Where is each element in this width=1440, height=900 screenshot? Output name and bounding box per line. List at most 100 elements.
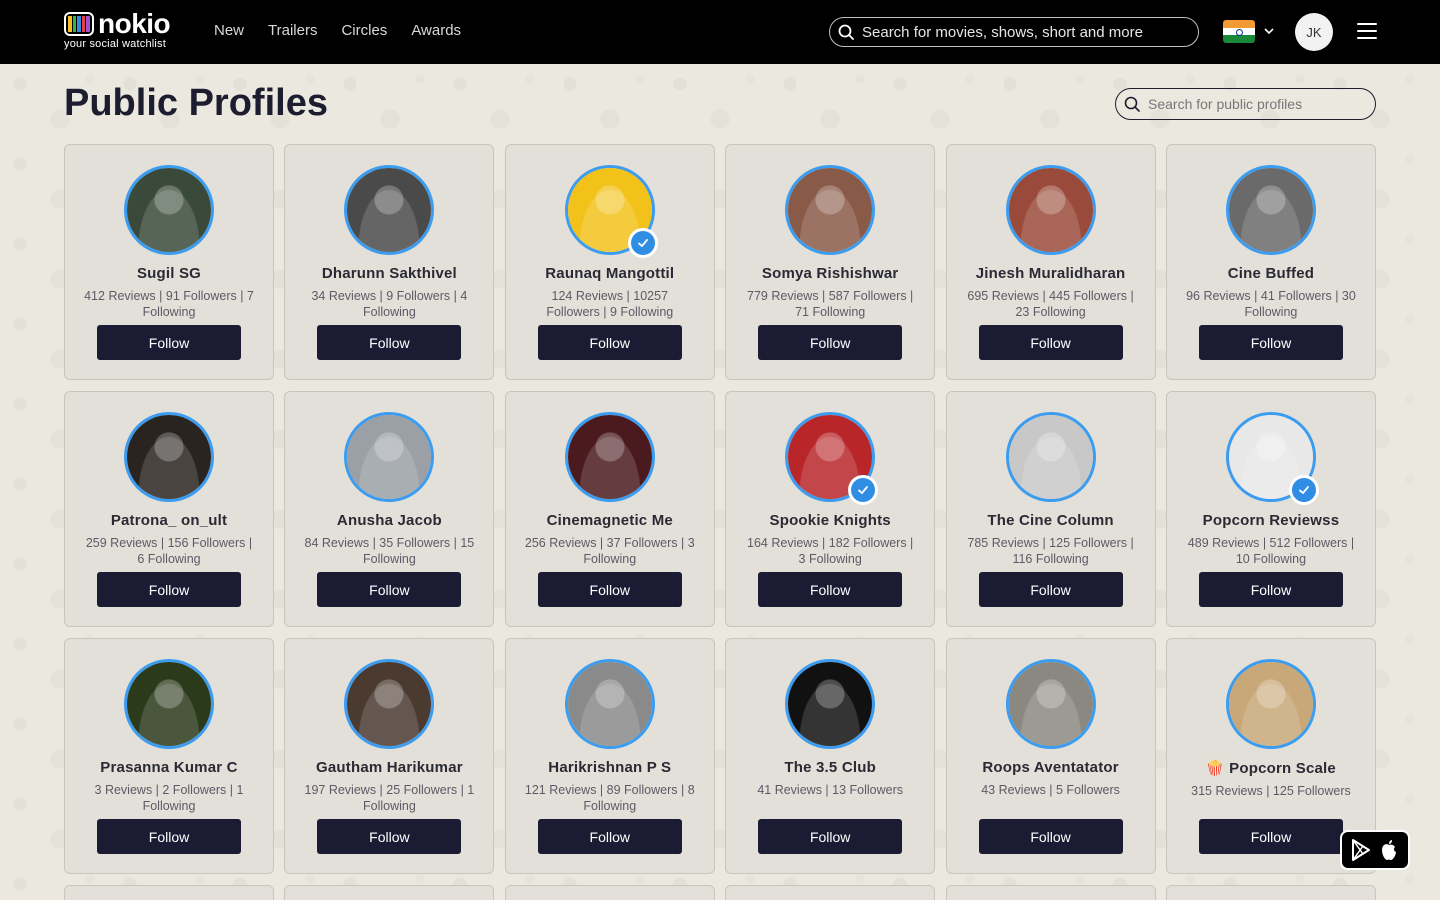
profile-photo [1228, 168, 1313, 252]
profile-name[interactable]: Prasanna Kumar C [100, 759, 237, 776]
hamburger-menu-icon[interactable] [1357, 23, 1377, 39]
profile-name[interactable]: Raunaq Mangottil [545, 265, 674, 282]
follow-button[interactable]: Follow [97, 572, 241, 607]
profile-stats: 124 Reviews | 10257 Followers | 9 Follow… [546, 289, 674, 319]
follow-button[interactable]: Follow [978, 572, 1123, 607]
follow-button[interactable]: Follow [537, 819, 682, 854]
profile-name[interactable]: Dharunn Sakthivel [322, 265, 457, 282]
profile-card[interactable]: Gautham Harikumar 197 Reviews | 25 Follow… [284, 638, 495, 874]
nav-link-awards[interactable]: Awards [411, 22, 461, 39]
profile-name[interactable]: Gautham Harikumar [316, 759, 463, 776]
follow-button[interactable]: Follow [758, 819, 903, 854]
profile-name[interactable]: Harikrishnan P S [548, 759, 671, 776]
profile-card[interactable]: Dharunn Sakthivel 34 Reviews | 9 Follower… [284, 144, 495, 380]
follow-button[interactable]: Follow [97, 819, 241, 854]
profile-stats: 43 Reviews | 5 Followers [981, 783, 1120, 797]
profile-card[interactable]: Anusha Jacob 84 Reviews | 35 Followers | … [284, 391, 495, 627]
follow-button[interactable]: Follow [758, 572, 903, 607]
follow-button[interactable]: Follow [978, 819, 1123, 854]
profile-card-partial[interactable] [284, 885, 495, 900]
profile-card[interactable]: Prasanna Kumar C 3 Reviews | 2 Followers … [64, 638, 274, 874]
nav-link-new[interactable]: New [214, 22, 244, 39]
verified-check-icon [848, 475, 879, 505]
profile-avatar[interactable] [785, 412, 879, 505]
profile-avatar[interactable] [344, 659, 435, 749]
follow-button[interactable]: Follow [537, 572, 682, 607]
profile-card[interactable]: Somya Rishishwar 779 Reviews | 587 Follow… [725, 144, 936, 380]
profile-avatar[interactable] [344, 165, 435, 255]
profile-card[interactable]: Patrona_ on_ult 259 Reviews | 156 Followe… [64, 391, 274, 627]
profile-avatar[interactable] [344, 412, 435, 502]
profile-name[interactable]: Anusha Jacob [337, 512, 442, 529]
chevron-down-icon[interactable] [1263, 22, 1275, 42]
nav-link-circles[interactable]: Circles [341, 22, 387, 39]
profile-photo [127, 415, 211, 499]
profile-card[interactable]: The 3.5 Club 41 Reviews | 13 Followers Fol… [725, 638, 936, 874]
profile-name[interactable]: Patrona_ on_ult [111, 512, 227, 529]
profile-name[interactable]: Cinemagnetic Me [547, 512, 673, 529]
profile-search-input[interactable] [1148, 96, 1368, 112]
profile-name[interactable]: Cine Buffed [1228, 265, 1314, 282]
profile-card[interactable]: Spookie Knights 164 Reviews | 182 Followe… [725, 391, 936, 627]
follow-button[interactable]: Follow [537, 325, 682, 360]
profile-card[interactable]: Roops Aventatator 43 Reviews | 5 Follower… [945, 638, 1156, 874]
profile-card[interactable]: Harikrishnan P S 121 Reviews | 89 Followe… [504, 638, 715, 874]
profile-name[interactable]: Popcorn Reviewss [1203, 512, 1340, 529]
profile-search-box[interactable] [1115, 88, 1376, 120]
app-store-badge[interactable] [1340, 830, 1410, 870]
profile-avatar[interactable] [124, 659, 214, 749]
profile-card-partial[interactable] [945, 885, 1156, 900]
follow-button[interactable]: Follow [317, 325, 462, 360]
profile-card[interactable]: Cine Buffed 96 Reviews | 41 Followers | 3… [1165, 144, 1376, 380]
profile-avatar[interactable] [1225, 659, 1316, 749]
follow-button[interactable]: Follow [317, 572, 462, 607]
nav-link-trailers[interactable]: Trailers [268, 22, 317, 39]
follow-button[interactable]: Follow [1198, 572, 1343, 607]
play-store-icon [1352, 839, 1370, 861]
follow-button[interactable]: Follow [1198, 325, 1343, 360]
profile-photo [347, 415, 432, 499]
profile-name[interactable]: Roops Aventatator [982, 759, 1118, 776]
profile-name[interactable]: Jinesh Muralidharan [976, 265, 1126, 282]
search-icon [1124, 96, 1140, 112]
profile-avatar[interactable] [1005, 659, 1096, 749]
profile-card-partial[interactable] [64, 885, 274, 900]
profile-avatar[interactable] [785, 659, 876, 749]
profile-name[interactable]: 🍿 Popcorn Scale [1206, 759, 1336, 777]
india-flag-icon[interactable] [1223, 20, 1255, 43]
profile-avatar[interactable] [564, 165, 658, 258]
profile-card[interactable]: Popcorn Reviewss 489 Reviews | 512 Follow… [1165, 391, 1376, 627]
profile-avatar[interactable] [564, 659, 655, 749]
profile-name[interactable]: Somya Rishishwar [762, 265, 899, 282]
follow-button[interactable]: Follow [317, 819, 462, 854]
profile-avatar[interactable] [124, 165, 214, 255]
follow-button[interactable]: Follow [97, 325, 241, 360]
profile-card-partial[interactable] [1165, 885, 1376, 900]
profile-card[interactable]: Raunaq Mangottil 124 Reviews | 10257 Foll… [504, 144, 715, 380]
follow-button[interactable]: Follow [758, 325, 903, 360]
profile-avatar[interactable] [1225, 412, 1319, 505]
profile-avatar[interactable] [1005, 412, 1096, 502]
profile-avatar[interactable] [1005, 165, 1096, 255]
nokio-logo[interactable]: nokio your social watchlist [64, 10, 171, 50]
follow-button[interactable]: Follow [978, 325, 1123, 360]
global-search-box[interactable] [829, 17, 1199, 47]
profile-name[interactable]: Sugil SG [137, 265, 201, 282]
profile-name[interactable]: The Cine Column [987, 512, 1113, 529]
profile-avatar[interactable] [124, 412, 214, 502]
profile-card[interactable]: Cinemagnetic Me 256 Reviews | 37 Follower… [504, 391, 715, 627]
profile-name[interactable]: The 3.5 Club [784, 759, 876, 776]
profile-avatar[interactable] [564, 412, 655, 502]
profile-name[interactable]: Spookie Knights [770, 512, 891, 529]
profile-avatar[interactable] [1225, 165, 1316, 255]
profile-avatar[interactable] [785, 165, 876, 255]
profile-card[interactable]: Sugil SG 412 Reviews | 91 Followers | 7 F… [64, 144, 274, 380]
follow-button[interactable]: Follow [1198, 819, 1343, 854]
profile-card[interactable]: Jinesh Muralidharan 695 Reviews | 445 Fol… [945, 144, 1156, 380]
profile-photo [127, 662, 211, 746]
profile-card[interactable]: The Cine Column 785 Reviews | 125 Followe… [945, 391, 1156, 627]
user-avatar[interactable]: JK [1295, 13, 1333, 51]
profile-card-partial[interactable] [504, 885, 715, 900]
profile-card-partial[interactable] [725, 885, 936, 900]
global-search-input[interactable] [862, 23, 1182, 41]
